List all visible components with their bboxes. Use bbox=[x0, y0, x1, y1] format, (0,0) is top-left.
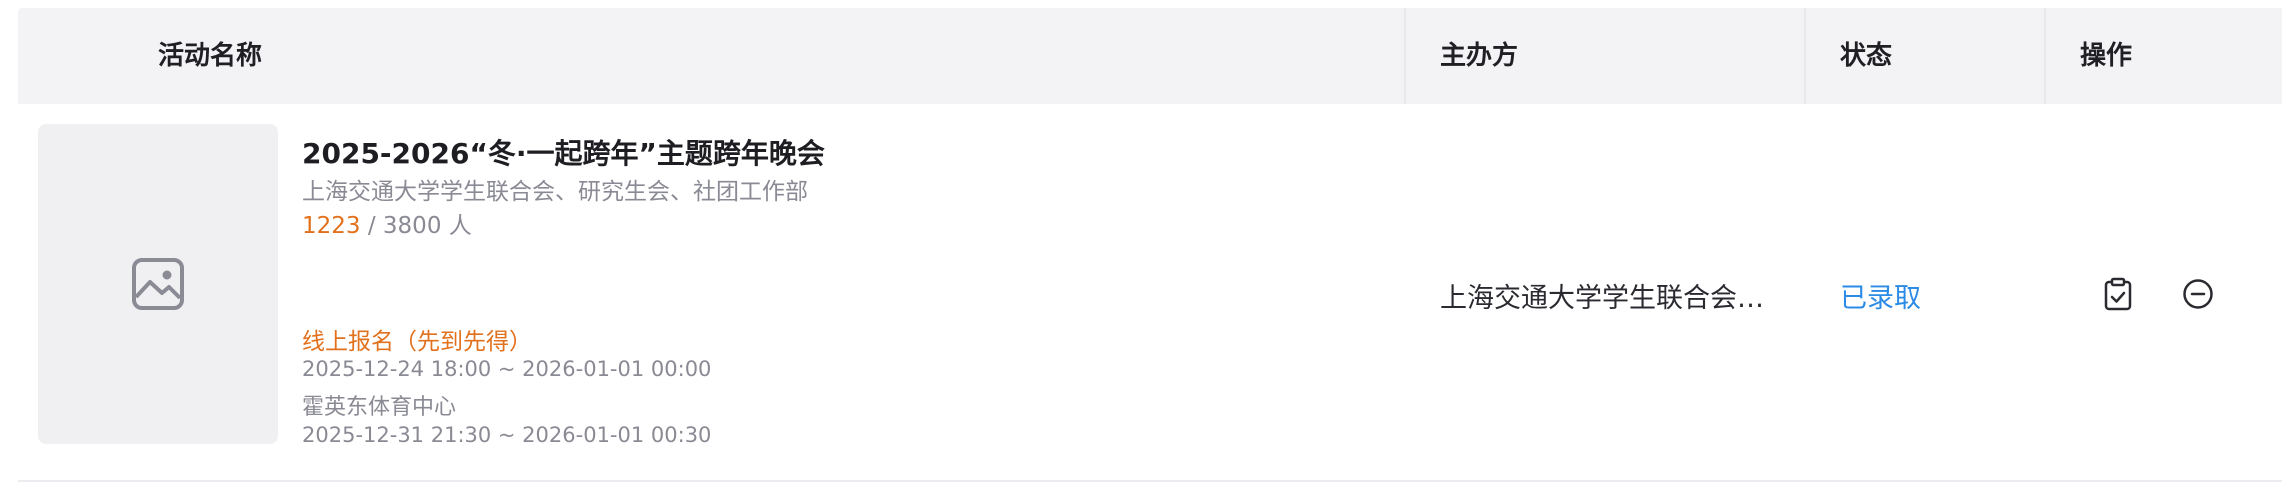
enrolled-number: 1223 bbox=[302, 213, 361, 239]
column-header-status: 状态 bbox=[1840, 41, 1893, 71]
activity-organizers: 上海交通大学学生联合会、研究生会、社团工作部 bbox=[302, 179, 808, 205]
signup-type: 线上报名（先到先得） bbox=[302, 329, 532, 355]
column-header-host: 主办方 bbox=[1440, 41, 1519, 71]
check-in-button[interactable] bbox=[2100, 276, 2136, 312]
status-badge: 已录取 bbox=[1840, 283, 1921, 314]
event-time: 2025-12-31 21:30 ~ 2026-01-01 00:30 bbox=[302, 423, 712, 447]
image-placeholder-icon bbox=[132, 258, 184, 310]
activity-table: 活动名称 主办方 状态 操作 2025-2026“冬·一起跨年”主题跨年晚会 上… bbox=[18, 8, 2282, 482]
minus-circle-icon bbox=[2183, 279, 2213, 309]
table-row[interactable]: 2025-2026“冬·一起跨年”主题跨年晚会 上海交通大学学生联合会、研究生会… bbox=[18, 104, 2282, 482]
clipboard-check-icon bbox=[2104, 277, 2132, 311]
column-divider bbox=[1804, 8, 1806, 104]
activity-title[interactable]: 2025-2026“冬·一起跨年”主题跨年晚会 bbox=[302, 132, 825, 172]
activity-thumbnail[interactable] bbox=[38, 124, 278, 444]
column-divider bbox=[2044, 8, 2046, 104]
host-cell: 上海交通大学学生联合会、研究生会、社团工作部 bbox=[1440, 283, 1770, 314]
activity-venue: 霍英东体育中心 bbox=[302, 395, 457, 420]
cancel-enrollment-button[interactable] bbox=[2180, 276, 2216, 312]
capacity-text: / 3800 人 bbox=[360, 213, 472, 239]
column-header-activity-name: 活动名称 bbox=[158, 41, 263, 71]
enrollment-count: 1223 / 3800 人 bbox=[302, 206, 472, 240]
column-divider bbox=[1404, 8, 1406, 104]
signup-time: 2025-12-24 18:00 ~ 2026-01-01 00:00 bbox=[302, 357, 712, 381]
column-header-actions: 操作 bbox=[2080, 41, 2133, 71]
table-header: 活动名称 主办方 状态 操作 bbox=[18, 8, 2282, 104]
